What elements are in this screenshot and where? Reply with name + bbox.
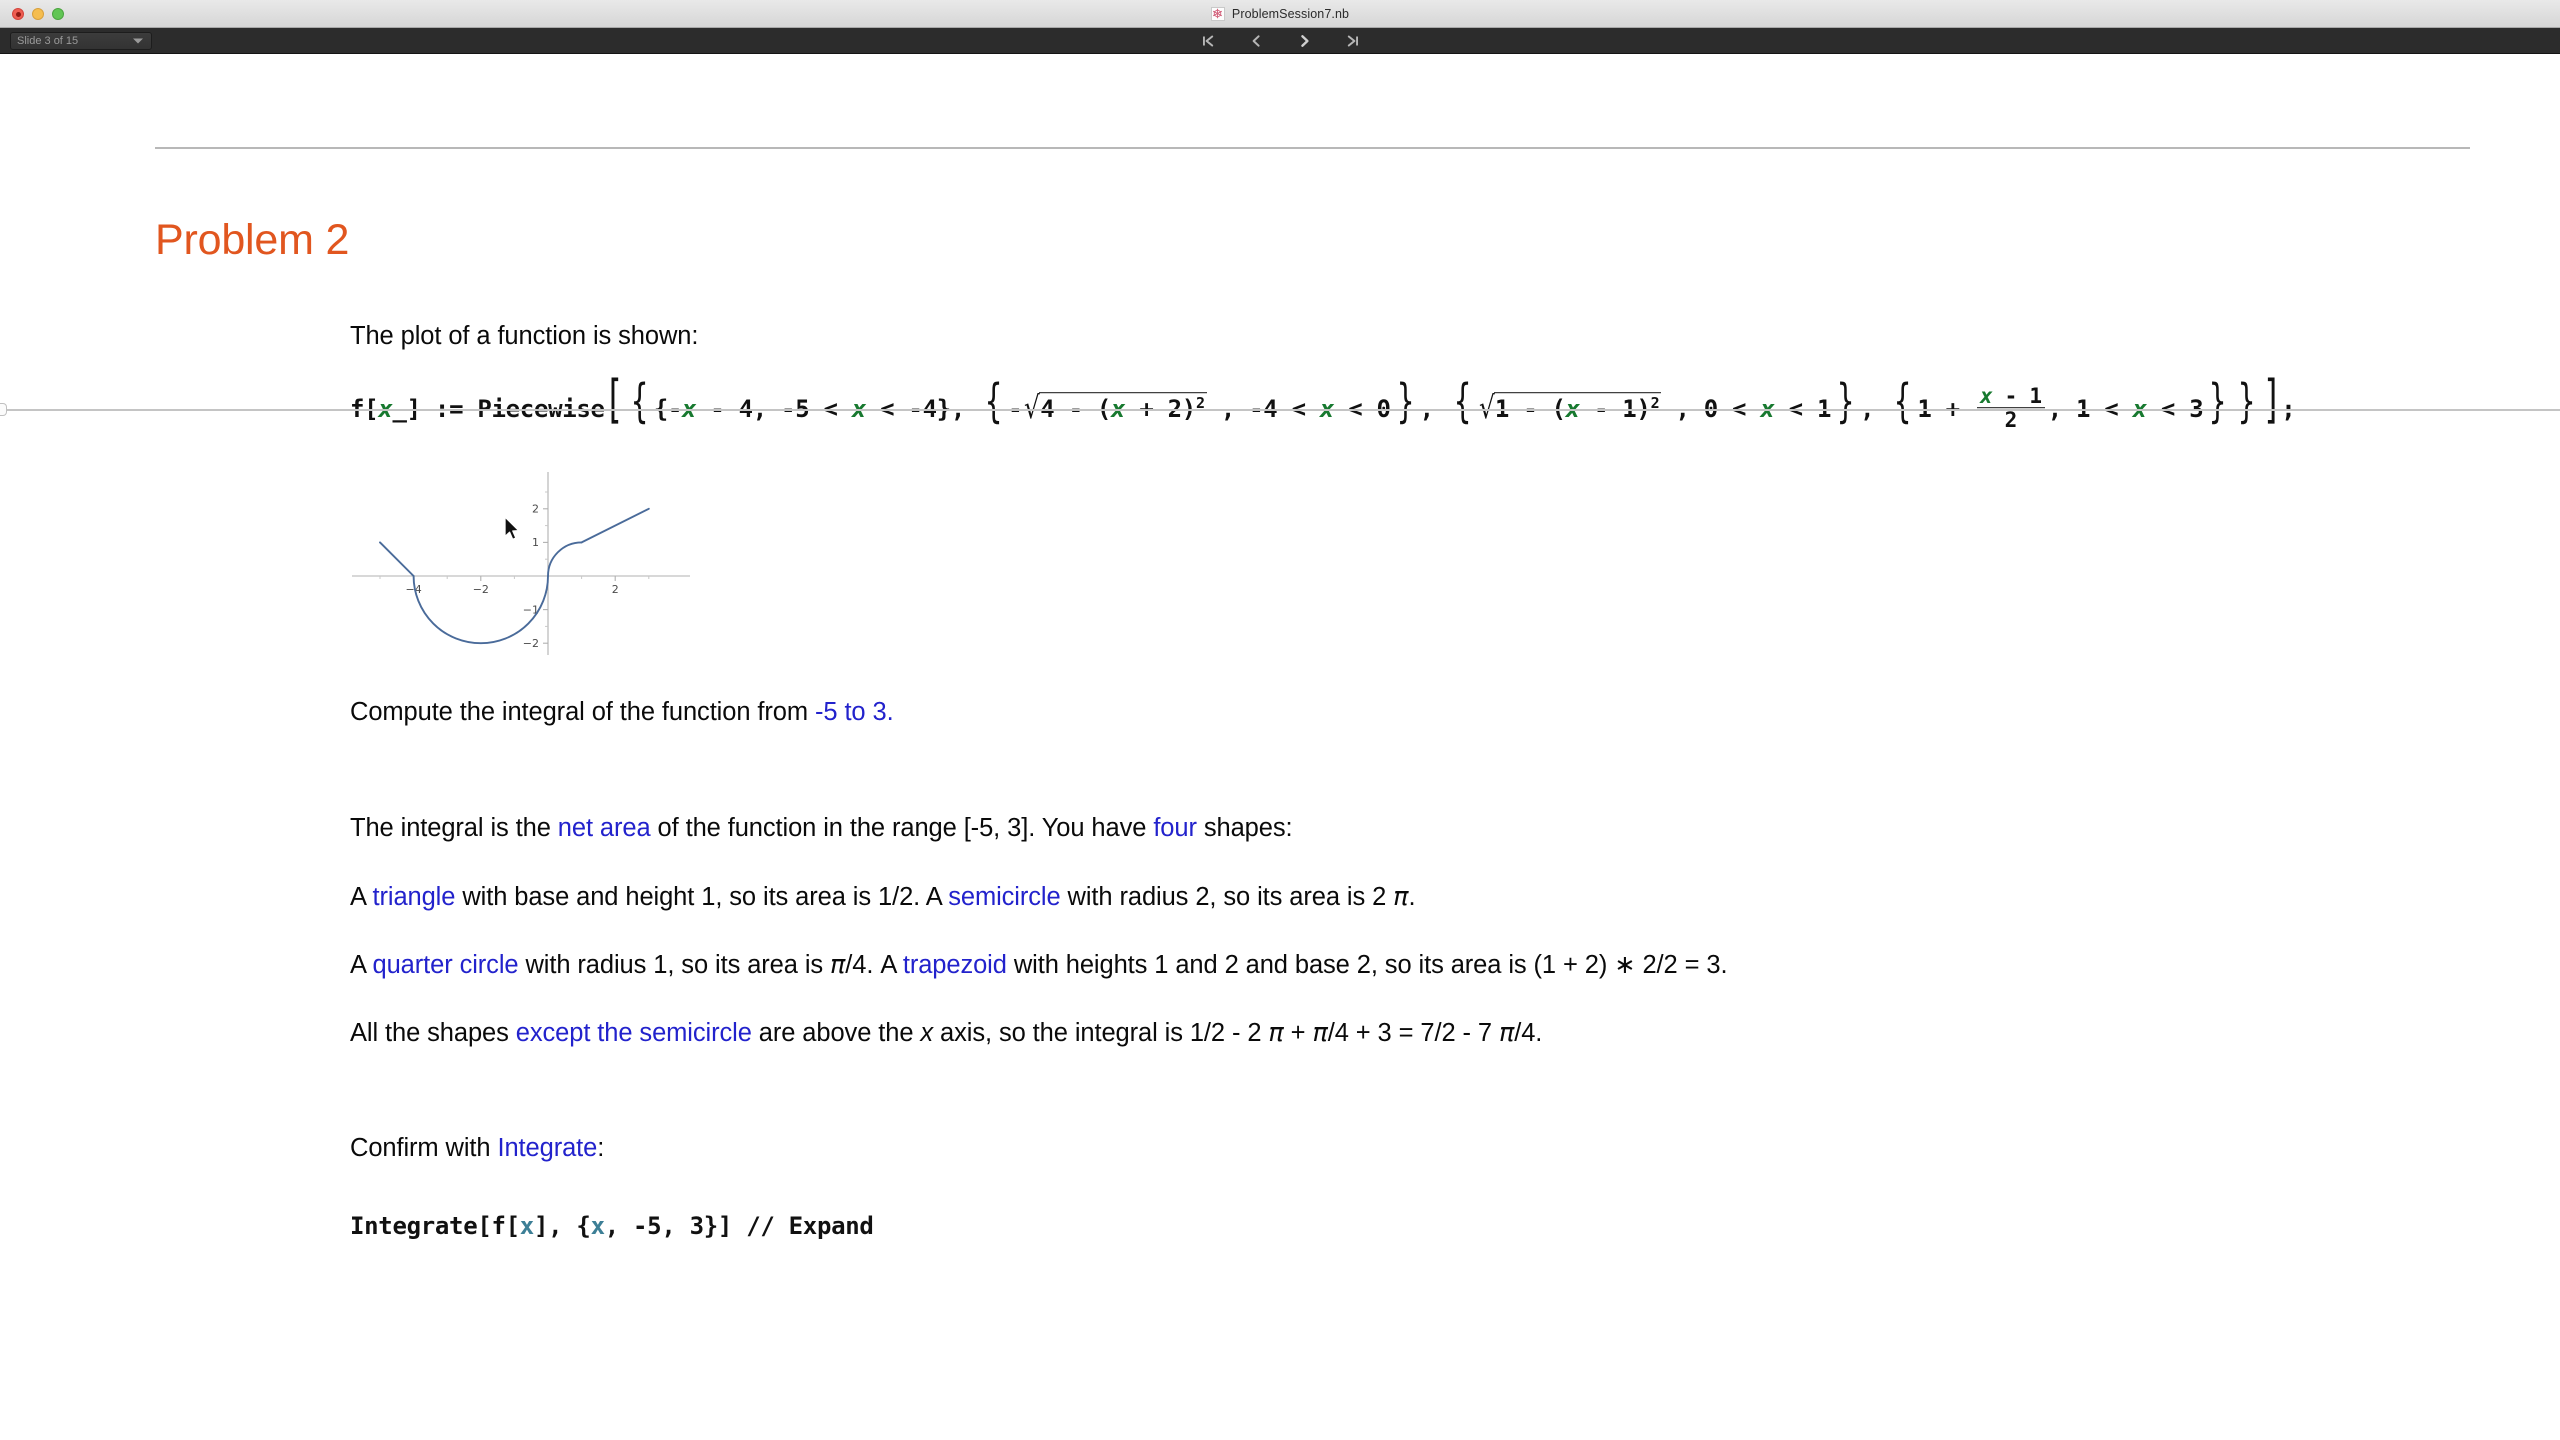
- maximize-window-button[interactable]: [52, 7, 64, 20]
- code-cell-integrate[interactable]: Integrate[f[x], {x, -5, 3}] // Expand: [350, 1212, 874, 1240]
- plot-svg: −4 −2 2 2 1 −1 −2: [352, 472, 690, 655]
- segment-quarter-circle: [547, 541, 583, 577]
- cell-divider: [0, 409, 2560, 411]
- e1-net-area: net area: [557, 814, 651, 842]
- pi-symbol-1: π: [1393, 882, 1409, 912]
- window-title: ProblemSession7.nb: [1231, 6, 1350, 21]
- last-slide-button[interactable]: [1341, 31, 1363, 51]
- explanation-line-2: A triangle with base and height 1, so it…: [350, 882, 1416, 912]
- ci-p1: Integrate[f[: [350, 1212, 520, 1240]
- e3-quarter-circle: quarter circle: [372, 951, 519, 979]
- section-rule: [155, 147, 2470, 149]
- brace-close-p2: }: [1396, 374, 1415, 429]
- e1-c: of the function in the range [-5, 3]. Yo…: [650, 814, 1154, 842]
- e3-f: with heights 1 and 2 and base 2, so its …: [1006, 951, 1728, 979]
- e3-trapezoid: trapezoid: [902, 951, 1007, 979]
- e4-f: +: [1283, 1019, 1313, 1047]
- close-window-button[interactable]: [12, 7, 24, 20]
- e1-e: shapes:: [1196, 814, 1293, 842]
- e4-x-axis-var: x: [920, 1019, 934, 1047]
- e4-e: axis, so the integral is 1/2 - 2: [933, 1019, 1269, 1047]
- explanation-line-3: A quarter circle with radius 1, so its a…: [350, 950, 1728, 980]
- e3-a: A: [350, 951, 373, 979]
- e3-c: with radius 1, so its area is: [518, 951, 831, 979]
- window-titlebar: ProblemSession7.nb: [0, 0, 2560, 28]
- ci-var-2: x: [590, 1212, 605, 1240]
- explanation-line-4: All the shapes except the semicircle are…: [350, 1018, 1542, 1048]
- confirm-text: Confirm with Integrate:: [350, 1134, 604, 1163]
- confirm-integrate: Integrate: [497, 1134, 598, 1162]
- e2-c: with base and height 1, so its area is 1…: [455, 883, 949, 911]
- brace-open-p2: {: [984, 374, 1003, 429]
- e4-a: All the shapes: [350, 1019, 516, 1047]
- slideshow-toolbar: Slide 3 of 15: [0, 28, 2560, 54]
- e4-g: /4 + 3 = 7/2 - 7: [1327, 1019, 1499, 1047]
- function-plot[interactable]: −4 −2 2 2 1 −1 −2: [352, 466, 692, 661]
- page-title: Problem 2: [155, 216, 350, 264]
- pi-symbol-2: π: [830, 950, 846, 980]
- pi-symbol-4: π: [1312, 1018, 1328, 1048]
- chevron-down-icon: [133, 38, 143, 43]
- brace-close-p3: }: [1836, 374, 1855, 429]
- brace-open-list: {: [630, 374, 649, 429]
- ci-p2: ], {: [533, 1212, 591, 1240]
- xtick-2: 2: [612, 583, 619, 596]
- brace-close-list: }: [2237, 374, 2256, 429]
- slide-navigation-group: [0, 31, 2560, 51]
- brace-close-p4: }: [2208, 374, 2227, 429]
- e2-triangle: triangle: [372, 883, 456, 911]
- ci-var-1: x: [519, 1212, 534, 1240]
- e2-a: A: [350, 883, 373, 911]
- intro-text: The plot of a function is shown:: [350, 322, 699, 350]
- e2-e: with radius 2, so its area is 2: [1060, 883, 1394, 911]
- ytick-2: 2: [532, 503, 539, 516]
- pi-symbol-3: π: [1268, 1018, 1284, 1048]
- e3-d: /4. A: [845, 951, 903, 979]
- xtick-neg2: −2: [473, 583, 489, 596]
- e1-four: four: [1153, 814, 1197, 842]
- ci-p3: , -5, 3}] // Expand: [604, 1212, 874, 1240]
- pi-symbol-5: π: [1498, 1018, 1515, 1048]
- e4-h: /4.: [1514, 1019, 1543, 1047]
- bracket-close-outer: ]: [2265, 370, 2278, 431]
- cell-divider-marker: [0, 403, 7, 416]
- confirm-c: :: [597, 1134, 605, 1162]
- first-slide-button[interactable]: [1197, 31, 1219, 51]
- prompt-range: -5 to 3.: [814, 698, 894, 726]
- explanation-line-1: The integral is the net area of the func…: [350, 814, 1293, 843]
- next-slide-button[interactable]: [1293, 31, 1315, 51]
- slide-selector-dropdown[interactable]: Slide 3 of 15: [10, 31, 152, 50]
- notebook-canvas: Problem 2 The plot of a function is show…: [0, 54, 2560, 1439]
- code-cell-definition[interactable]: f[x_] := Piecewise[{{-x - 4, -5 < x < -4…: [350, 370, 2296, 434]
- traffic-lights: [12, 7, 64, 20]
- brace-open-p4: {: [1893, 374, 1912, 429]
- previous-slide-button[interactable]: [1245, 31, 1267, 51]
- e1-a: The integral is the: [350, 814, 558, 842]
- segment-trapezoid-line: [580, 507, 650, 544]
- e2-semicircle: semicircle: [948, 883, 1061, 911]
- slide-selector-label: Slide 3 of 15: [17, 34, 79, 47]
- mathematica-notebook-icon: [1210, 6, 1225, 21]
- prompt-text: Compute the integral of the function fro…: [350, 698, 894, 727]
- e4-except-semicircle: except the semicircle: [515, 1019, 752, 1047]
- confirm-a: Confirm with: [350, 1134, 498, 1162]
- minimize-window-button[interactable]: [32, 7, 44, 20]
- ytick-neg2: −2: [523, 637, 539, 650]
- window-title-group: ProblemSession7.nb: [0, 0, 2560, 27]
- prompt-before: Compute the integral of the function fro…: [350, 698, 815, 726]
- ytick-1: 1: [532, 536, 539, 549]
- bracket-open-outer: [: [608, 370, 622, 431]
- brace-open-p3: {: [1453, 374, 1472, 429]
- e4-c: are above the: [751, 1019, 921, 1047]
- segment-triangle-line: [379, 541, 415, 577]
